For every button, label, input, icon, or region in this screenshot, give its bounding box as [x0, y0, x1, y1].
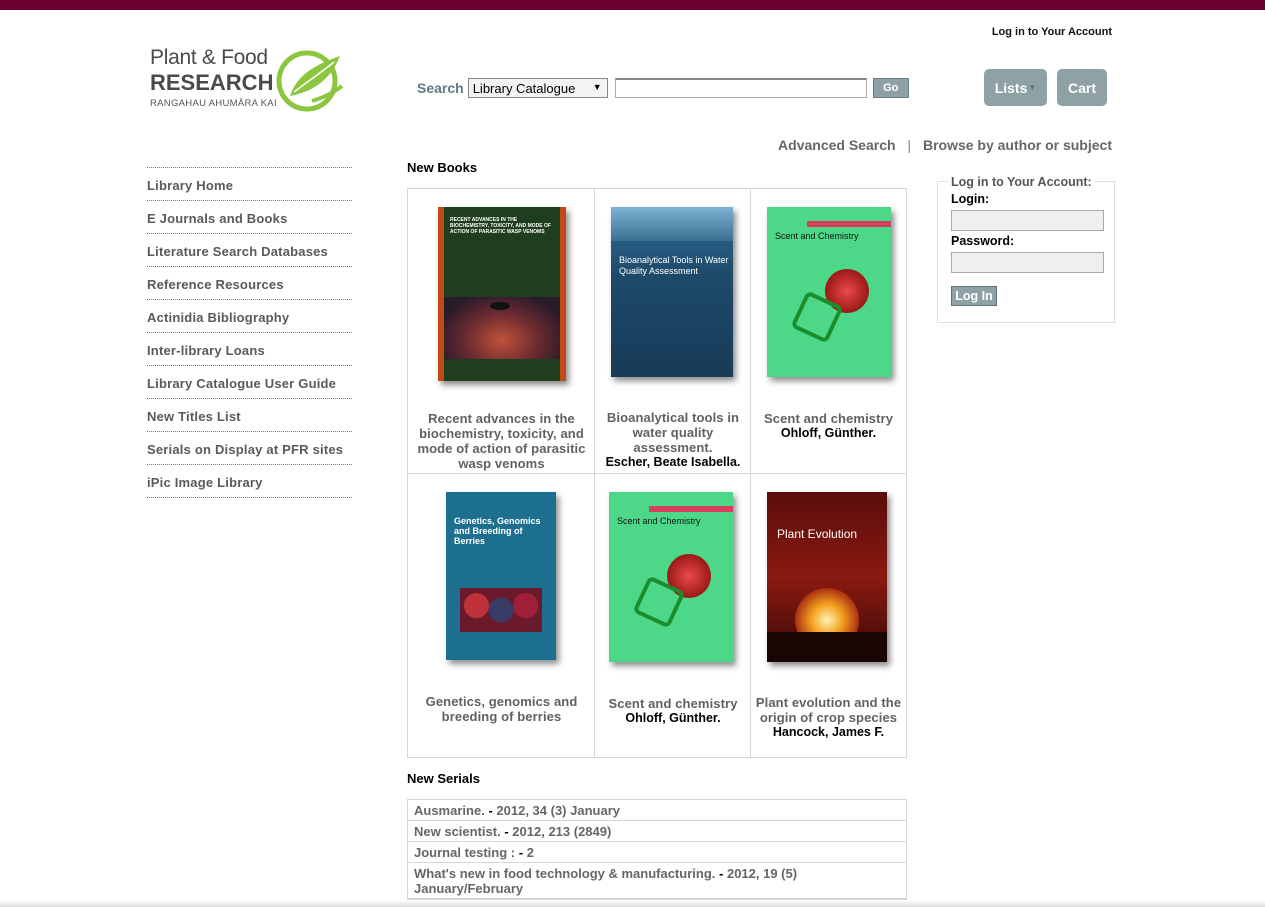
book-title[interactable]: Scent and chemistry — [599, 696, 747, 711]
serial-name-link[interactable]: New scientist. — [414, 824, 501, 839]
cart-button[interactable]: Cart — [1057, 69, 1107, 106]
serial-name-link[interactable]: Ausmarine. — [414, 803, 485, 818]
logo-line-3: RANGAHAU AHUMĀRA KAI — [150, 98, 277, 109]
book-author: Hancock, James F. — [772, 725, 885, 739]
book-title[interactable]: Genetics, genomics and breeding of berri… — [414, 694, 589, 724]
top-brand-bar — [0, 0, 1265, 10]
password-label: Password: — [951, 234, 1015, 248]
serial-separator: - — [504, 824, 509, 839]
book-cell[interactable]: RECENT ADVANCES IN THE BIOCHEMISTRY, TOX… — [408, 189, 595, 474]
login-button[interactable]: Log In — [951, 286, 997, 306]
search-input[interactable] — [614, 78, 867, 98]
book-cover-image[interactable]: Genetics, Genomics and Breeding of Berri… — [446, 492, 556, 660]
book-cell[interactable]: Plant Evolution Plant evolution and the … — [751, 474, 906, 758]
serial-separator: - — [518, 845, 524, 860]
link-separator: | — [907, 137, 912, 153]
book-cell[interactable]: Scent and Chemistry Scent and chemistry … — [595, 474, 751, 758]
book-cover-image[interactable]: RECENT ADVANCES IN THE BIOCHEMISTRY, TOX… — [438, 207, 566, 381]
serial-issue-link[interactable]: 2012, 34 (3) January — [496, 803, 620, 818]
sidebar-item-library-home[interactable]: Library Home — [147, 168, 352, 201]
sidebar-item-reference-resources[interactable]: Reference Resources — [147, 267, 352, 300]
sidebar-item-ejournals[interactable]: E Journals and Books — [147, 201, 352, 234]
sidebar-item-actinidia[interactable]: Actinidia Bibliography — [147, 300, 352, 333]
search-links: Advanced Search | Browse by author or su… — [778, 137, 1112, 153]
serial-row: New scientist. - 2012, 213 (2849) — [408, 821, 906, 842]
serial-row: Journal testing : - 2 — [408, 842, 906, 863]
book-cover-image[interactable]: Plant Evolution — [767, 492, 887, 662]
book-title[interactable]: Recent advances in the biochemistry, tox… — [414, 411, 589, 471]
cover-text: Plant Evolution — [777, 527, 858, 541]
book-author: Ohloff, Günther. — [780, 426, 877, 440]
book-cover-image[interactable]: Bioanalytical Tools in Water Quality Ass… — [611, 207, 733, 377]
book-cover-image[interactable]: Scent and Chemistry — [767, 207, 891, 377]
login-panel-legend: Log in to Your Account: — [948, 175, 1095, 189]
logo-line-2: RESEARCH — [150, 70, 274, 95]
book-cell[interactable]: Genetics, Genomics and Breeding of Berri… — [408, 474, 595, 758]
search-scope-select[interactable]: Library Catalogue ▼ — [467, 78, 608, 98]
sidebar-item-new-titles[interactable]: New Titles List — [147, 399, 352, 432]
new-books-grid: RECENT ADVANCES IN THE BIOCHEMISTRY, TOX… — [407, 188, 907, 758]
book-title[interactable]: Plant evolution and the origin of crop s… — [755, 695, 902, 725]
book-title[interactable]: Bioanalytical tools in water quality ass… — [599, 410, 747, 455]
cover-text: Bioanalytical Tools in Water Quality Ass… — [619, 255, 729, 276]
cart-label: Cart — [1067, 79, 1096, 96]
page-bottom-shadow — [0, 900, 1265, 907]
serial-name-link[interactable]: What's new in food technology & manufact… — [414, 866, 715, 881]
new-serials-heading: New Serials — [407, 771, 480, 786]
serial-row: What's new in food technology & manufact… — [408, 863, 906, 899]
sidebar-item-ipic[interactable]: iPic Image Library — [147, 465, 352, 498]
new-serials-list: Ausmarine. - 2012, 34 (3) January New sc… — [407, 799, 907, 900]
book-cell[interactable]: Bioanalytical Tools in Water Quality Ass… — [595, 189, 751, 474]
lists-label: Lists — [994, 79, 1028, 96]
leaf-logo-icon — [276, 50, 344, 112]
book-author: Ohloff, Günther. — [625, 711, 721, 725]
sidebar-item-interlibrary-loans[interactable]: Inter-library Loans — [147, 333, 352, 366]
book-author: Escher, Beate Isabella. — [605, 455, 741, 469]
login-field[interactable] — [951, 210, 1104, 231]
sidebar-item-literature-search[interactable]: Literature Search Databases — [147, 234, 352, 267]
cover-text: Genetics, Genomics and Breeding of Berri… — [454, 516, 541, 546]
book-title[interactable]: Scent and chemistry — [755, 411, 902, 426]
serial-separator: - — [488, 803, 493, 818]
dropdown-arrow-icon: ▼ — [592, 82, 602, 92]
sidebar-item-serials-display[interactable]: Serials on Display at PFR sites — [147, 432, 352, 465]
book-cell[interactable]: Scent and Chemistry Scent and chemistry … — [751, 189, 906, 474]
advanced-search-link[interactable]: Advanced Search — [778, 137, 896, 153]
new-books-heading: New Books — [407, 160, 478, 175]
serial-issue-link[interactable]: 2 — [527, 845, 534, 860]
cover-text: Scent and Chemistry — [617, 516, 701, 526]
lists-button[interactable]: Lists ▼ — [984, 69, 1047, 106]
login-panel: Log in to Your Account: Login: Password:… — [937, 175, 1115, 323]
login-account-link[interactable]: Log in to Your Account — [992, 26, 1112, 38]
password-field[interactable] — [951, 252, 1104, 273]
sidebar-item-user-guide[interactable]: Library Catalogue User Guide — [147, 366, 352, 399]
search-go-button[interactable]: Go — [872, 78, 909, 98]
chevron-down-icon: ▼ — [1028, 83, 1037, 92]
sidebar-nav: Library Home E Journals and Books Litera… — [147, 167, 352, 498]
cover-text: RECENT ADVANCES IN THE BIOCHEMISTRY, TOX… — [450, 217, 551, 235]
book-cover-image[interactable]: Scent and Chemistry — [609, 492, 733, 662]
serial-issue-link[interactable]: 2012, 213 (2849) — [512, 824, 611, 839]
search-label: Search — [417, 80, 464, 96]
serial-row: Ausmarine. - 2012, 34 (3) January — [408, 800, 906, 821]
search-bar: Search Library Catalogue ▼ Go — [417, 77, 909, 99]
cover-text: Scent and Chemistry — [775, 231, 859, 241]
serial-name-link[interactable]: Journal testing : — [414, 845, 515, 860]
serial-separator: - — [719, 866, 724, 881]
search-scope-value: Library Catalogue — [472, 80, 576, 96]
login-label: Login: — [951, 192, 990, 206]
logo-line-1: Plant & Food — [150, 46, 268, 69]
plant-food-research-logo[interactable]: Plant & Food RESEARCH RANGAHAU AHUMĀRA K… — [148, 44, 348, 116]
browse-link[interactable]: Browse by author or subject — [923, 137, 1112, 153]
